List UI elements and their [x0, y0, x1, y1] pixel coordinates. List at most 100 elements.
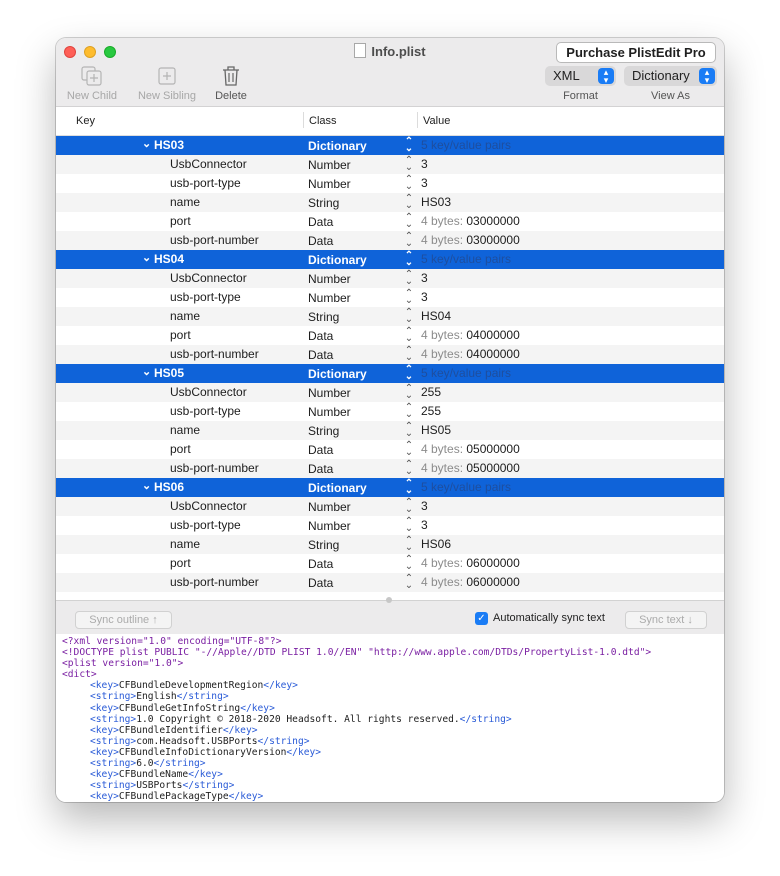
- class-stepper-icon[interactable]: ⌃ ⌄: [404, 251, 414, 268]
- row-value[interactable]: HS06: [421, 537, 451, 551]
- table-row[interactable]: UsbConnector Number ⌃ ⌄ 255: [56, 383, 724, 402]
- class-stepper-icon[interactable]: ⌃ ⌄: [404, 346, 414, 363]
- class-stepper-icon[interactable]: ⌃ ⌄: [404, 365, 414, 382]
- table-row[interactable]: usb-port-number Data ⌃ ⌄ 4 bytes: 04000000: [56, 345, 724, 364]
- auto-sync-checkbox[interactable]: ✓: [475, 612, 488, 625]
- disclosure-chevron-icon[interactable]: ⌄: [142, 251, 151, 264]
- dictionary-row[interactable]: ⌄ HS06 Dictionary ⌃ ⌄ 5 key/value pairs: [56, 478, 724, 497]
- row-value[interactable]: 4 bytes: 06000000: [421, 556, 520, 570]
- table-row[interactable]: port Data ⌃ ⌄ 4 bytes: 06000000: [56, 554, 724, 573]
- table-row[interactable]: name String ⌃ ⌄ HS04: [56, 307, 724, 326]
- table-row[interactable]: UsbConnector Number ⌃ ⌄ 3: [56, 269, 724, 288]
- class-stepper-icon[interactable]: ⌃ ⌄: [404, 213, 414, 230]
- purchase-button[interactable]: Purchase PlistEdit Pro: [556, 42, 716, 63]
- row-class[interactable]: Dictionary: [308, 253, 367, 267]
- row-value[interactable]: 5 key/value pairs: [421, 138, 511, 152]
- disclosure-chevron-icon[interactable]: ⌄: [142, 365, 151, 378]
- row-class[interactable]: Dictionary: [308, 139, 367, 153]
- xml-text-view[interactable]: <?xml version="1.0" encoding="UTF-8"?> <!…: [56, 634, 724, 802]
- row-value[interactable]: HS05: [421, 423, 451, 437]
- class-stepper-icon[interactable]: ⌃ ⌄: [404, 498, 414, 515]
- row-value[interactable]: 3: [421, 271, 428, 285]
- row-value[interactable]: 4 bytes: 06000000: [421, 575, 520, 589]
- row-value[interactable]: 4 bytes: 05000000: [421, 461, 520, 475]
- row-class[interactable]: Data: [308, 348, 333, 362]
- class-stepper-icon[interactable]: ⌃ ⌄: [404, 422, 414, 439]
- new-sibling-button[interactable]: New Sibling: [132, 65, 202, 102]
- table-row[interactable]: name String ⌃ ⌄ HS06: [56, 535, 724, 554]
- table-row[interactable]: name String ⌃ ⌄ HS03: [56, 193, 724, 212]
- row-class[interactable]: Number: [308, 272, 351, 286]
- class-stepper-icon[interactable]: ⌃ ⌄: [404, 517, 414, 534]
- row-value[interactable]: 4 bytes: 03000000: [421, 233, 520, 247]
- row-class[interactable]: Number: [308, 386, 351, 400]
- table-row[interactable]: usb-port-type Number ⌃ ⌄ 255: [56, 402, 724, 421]
- class-stepper-icon[interactable]: ⌃ ⌄: [404, 327, 414, 344]
- row-class[interactable]: Data: [308, 329, 333, 343]
- disclosure-chevron-icon[interactable]: ⌄: [142, 137, 151, 150]
- row-value[interactable]: 3: [421, 518, 428, 532]
- row-value[interactable]: 5 key/value pairs: [421, 366, 511, 380]
- row-value[interactable]: 5 key/value pairs: [421, 252, 511, 266]
- view-as-popup[interactable]: Dictionary ▴ ▾: [624, 66, 717, 86]
- new-child-button[interactable]: New Child: [64, 65, 120, 102]
- row-class[interactable]: Data: [308, 576, 333, 590]
- dictionary-row[interactable]: ⌄ HS05 Dictionary ⌃ ⌄ 5 key/value pairs: [56, 364, 724, 383]
- class-column-header[interactable]: Class: [309, 115, 337, 127]
- row-value[interactable]: 5 key/value pairs: [421, 480, 511, 494]
- table-row[interactable]: usb-port-number Data ⌃ ⌄ 4 bytes: 03000000: [56, 231, 724, 250]
- row-class[interactable]: Data: [308, 234, 333, 248]
- row-value[interactable]: HS03: [421, 195, 451, 209]
- row-value[interactable]: 3: [421, 499, 428, 513]
- class-stepper-icon[interactable]: ⌃ ⌄: [404, 232, 414, 249]
- sync-outline-button[interactable]: Sync outline ↑: [75, 611, 172, 629]
- table-row[interactable]: usb-port-number Data ⌃ ⌄ 4 bytes: 05000000: [56, 459, 724, 478]
- format-popup[interactable]: XML ▴ ▾: [545, 66, 616, 86]
- class-stepper-icon[interactable]: ⌃ ⌄: [404, 403, 414, 420]
- table-row[interactable]: usb-port-number Data ⌃ ⌄ 4 bytes: 06000000: [56, 573, 724, 592]
- row-value[interactable]: 4 bytes: 03000000: [421, 214, 520, 228]
- row-class[interactable]: Dictionary: [308, 367, 367, 381]
- class-stepper-icon[interactable]: ⌃ ⌄: [404, 308, 414, 325]
- row-value[interactable]: 4 bytes: 04000000: [421, 328, 520, 342]
- class-stepper-icon[interactable]: ⌃ ⌄: [404, 137, 414, 154]
- table-row[interactable]: usb-port-type Number ⌃ ⌄ 3: [56, 288, 724, 307]
- table-row[interactable]: usb-port-type Number ⌃ ⌄ 3: [56, 516, 724, 535]
- row-value[interactable]: 255: [421, 404, 441, 418]
- class-stepper-icon[interactable]: ⌃ ⌄: [404, 555, 414, 572]
- row-class[interactable]: String: [308, 538, 339, 552]
- row-class[interactable]: Number: [308, 158, 351, 172]
- class-stepper-icon[interactable]: ⌃ ⌄: [404, 441, 414, 458]
- value-column-header[interactable]: Value: [423, 115, 450, 127]
- row-value[interactable]: 255: [421, 385, 441, 399]
- row-class[interactable]: Number: [308, 519, 351, 533]
- delete-button[interactable]: Delete: [208, 65, 254, 102]
- class-stepper-icon[interactable]: ⌃ ⌄: [404, 156, 414, 173]
- row-value[interactable]: 4 bytes: 05000000: [421, 442, 520, 456]
- table-row[interactable]: port Data ⌃ ⌄ 4 bytes: 04000000: [56, 326, 724, 345]
- row-class[interactable]: Number: [308, 291, 351, 305]
- row-value[interactable]: 3: [421, 176, 428, 190]
- row-class[interactable]: Data: [308, 557, 333, 571]
- key-column-header[interactable]: Key: [76, 115, 95, 127]
- dictionary-row[interactable]: ⌄ HS04 Dictionary ⌃ ⌄ 5 key/value pairs: [56, 250, 724, 269]
- table-row[interactable]: usb-port-type Number ⌃ ⌄ 3: [56, 174, 724, 193]
- class-stepper-icon[interactable]: ⌃ ⌄: [404, 460, 414, 477]
- row-value[interactable]: 3: [421, 157, 428, 171]
- class-stepper-icon[interactable]: ⌃ ⌄: [404, 536, 414, 553]
- column-divider[interactable]: [303, 112, 304, 128]
- table-row[interactable]: name String ⌃ ⌄ HS05: [56, 421, 724, 440]
- class-stepper-icon[interactable]: ⌃ ⌄: [404, 270, 414, 287]
- row-class[interactable]: Number: [308, 405, 351, 419]
- sync-text-button[interactable]: Sync text ↓: [625, 611, 707, 629]
- split-handle[interactable]: [386, 597, 392, 603]
- disclosure-chevron-icon[interactable]: ⌄: [142, 479, 151, 492]
- column-divider[interactable]: [417, 112, 418, 128]
- table-row[interactable]: UsbConnector Number ⌃ ⌄ 3: [56, 155, 724, 174]
- row-class[interactable]: String: [308, 424, 339, 438]
- row-class[interactable]: Data: [308, 462, 333, 476]
- class-stepper-icon[interactable]: ⌃ ⌄: [404, 289, 414, 306]
- row-class[interactable]: Number: [308, 177, 351, 191]
- row-class[interactable]: Dictionary: [308, 481, 367, 495]
- class-stepper-icon[interactable]: ⌃ ⌄: [404, 479, 414, 496]
